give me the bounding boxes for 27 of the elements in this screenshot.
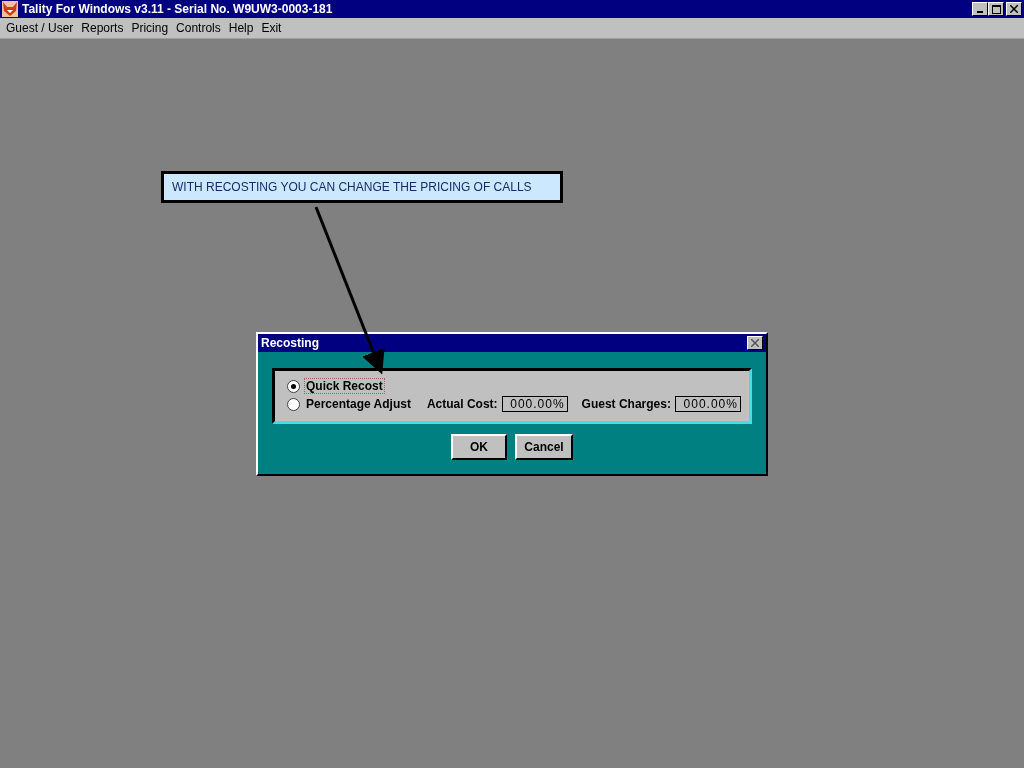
option-label[interactable]: Quick Recost	[304, 378, 385, 394]
option-label[interactable]: Percentage Adjust	[304, 396, 413, 412]
menu-item[interactable]: Controls	[172, 21, 225, 35]
menu-item[interactable]: Help	[224, 21, 258, 35]
close-icon	[751, 339, 759, 347]
dialog-button[interactable]: Cancel	[515, 434, 573, 460]
callout-text: WITH RECOSTING YOU CAN CHANGE THE PRICING OF CALLS	[172, 180, 532, 194]
maximize-icon	[991, 4, 1001, 14]
input-field[interactable]: 000.00%	[674, 396, 741, 412]
close-icon	[1010, 5, 1018, 13]
maximize-button[interactable]	[988, 2, 1004, 16]
menu-item[interactable]: Exit	[257, 21, 286, 35]
menu-item[interactable]: Pricing	[127, 21, 173, 35]
field-label: Guest Charges:	[581, 397, 671, 411]
radio-button[interactable]	[287, 379, 300, 393]
menu-item[interactable]: Guest / User	[2, 21, 78, 35]
input-field[interactable]: 000.00%	[501, 396, 568, 412]
close-button[interactable]	[747, 336, 763, 350]
dialog-button[interactable]: OK	[451, 434, 507, 460]
close-button[interactable]	[1006, 2, 1022, 16]
minimize-button[interactable]	[972, 2, 988, 16]
window-title: Tality For Windows v3.11 - Serial No. W9UW3-0003-181	[22, 2, 334, 16]
dialog-title: Recosting	[261, 336, 319, 350]
radio-button[interactable]	[287, 397, 300, 411]
menu-item[interactable]: Reports	[77, 21, 128, 35]
fox-icon	[2, 1, 18, 17]
field-label: Actual Cost:	[426, 397, 498, 411]
